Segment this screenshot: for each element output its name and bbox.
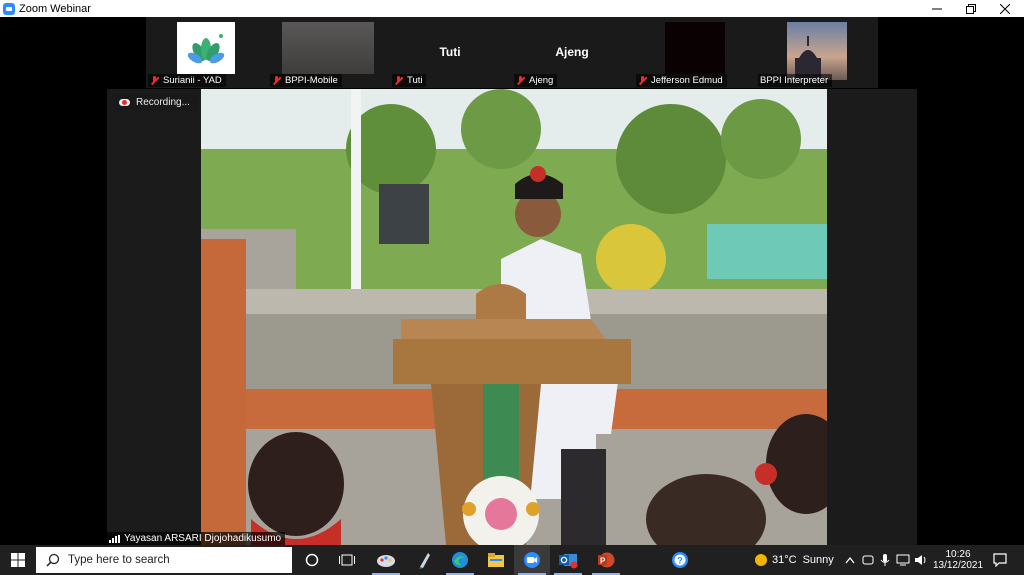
tray-microphone[interactable] — [878, 545, 892, 575]
microphone-icon — [880, 554, 890, 566]
muted-mic-icon — [638, 76, 647, 85]
leaf-logo-icon — [187, 34, 225, 64]
participant-tile[interactable]: BPPI Interpreter — [756, 17, 876, 88]
participant-name: Jefferson Edmud — [636, 74, 727, 87]
weather-text[interactable]: 31°C Sunny — [772, 545, 840, 575]
video-feed — [665, 22, 725, 74]
tray-meet-now[interactable] — [860, 545, 876, 575]
participant-tile[interactable]: Ajeng Ajeng — [512, 17, 632, 88]
folder-icon — [488, 553, 504, 567]
building-dome-icon — [795, 36, 821, 80]
participant-display-name: Tuti — [439, 45, 461, 59]
cortana-icon — [305, 553, 319, 567]
speaker-name: Yayasan ARSARI Djojohadikusumo — [124, 533, 282, 544]
taskbar-app-edge[interactable] — [442, 545, 478, 575]
muted-mic-icon — [516, 76, 525, 85]
show-hidden-icons-button[interactable] — [842, 545, 858, 575]
active-speaker-video[interactable]: Recording... Yayasan ARSARI Djojohadikus… — [107, 89, 917, 545]
taskbar-app-outlook[interactable] — [550, 545, 586, 575]
svg-text:P: P — [600, 557, 606, 566]
weather-condition: Sunny — [802, 554, 834, 566]
task-view-button[interactable] — [330, 545, 364, 575]
svg-text:?: ? — [677, 556, 683, 566]
zoom-logo-icon — [3, 2, 15, 15]
notification-center-button[interactable] — [988, 545, 1012, 575]
participant-tile[interactable]: Jefferson Edmud — [634, 17, 754, 88]
recording-label: Recording... — [136, 97, 190, 108]
speaker-volume-icon — [915, 555, 926, 565]
powerpoint-icon: P — [598, 552, 615, 568]
participant-name: BPPI-Mobile — [270, 74, 342, 87]
video-feed — [282, 22, 374, 74]
outlook-icon — [559, 554, 578, 569]
taskbar-app-powerpoint[interactable]: P — [588, 545, 624, 575]
organization-logo — [177, 22, 235, 74]
speaker-video-feed — [201, 89, 827, 545]
speaker-scene — [201, 89, 827, 545]
tray-network[interactable] — [894, 545, 912, 575]
participant-name: Ajeng — [514, 74, 558, 87]
taskbar-app-paint[interactable] — [368, 545, 404, 575]
restore-icon — [966, 3, 976, 14]
participant-tile[interactable]: BPPI-Mobile — [268, 17, 388, 88]
close-icon — [1000, 3, 1010, 14]
start-button[interactable] — [0, 545, 36, 575]
search-icon — [46, 553, 60, 567]
taskbar-app-file-explorer[interactable] — [478, 545, 514, 575]
clock-time: 10:26 — [945, 549, 971, 560]
muted-mic-icon — [394, 76, 403, 85]
taskbar-app-pen[interactable] — [406, 545, 442, 575]
taskbar: Type here to search P ? 31°C Sunny 10:26… — [0, 545, 1024, 575]
signal-strength-icon — [109, 534, 120, 543]
windows-icon — [11, 553, 25, 567]
participant-gallery: Surianii - YAD BPPI-Mobile Tuti Tuti Aje… — [146, 17, 878, 88]
participant-tile[interactable]: Tuti Tuti — [390, 17, 510, 88]
speaker-name-label: Yayasan ARSARI Djojohadikusumo — [107, 532, 286, 545]
taskbar-app-help[interactable]: ? — [662, 545, 698, 575]
participant-name: Surianii - YAD — [148, 74, 226, 87]
participant-name: Tuti — [392, 74, 427, 87]
edge-icon — [452, 552, 468, 568]
taskbar-search-box[interactable]: Type here to search — [36, 547, 292, 573]
muted-mic-icon — [272, 76, 281, 85]
muted-mic-icon — [150, 76, 159, 85]
title-bar: Zoom Webinar — [0, 0, 1024, 17]
participant-name: BPPI Interpreter — [758, 74, 833, 87]
participant-tile[interactable]: Surianii - YAD — [146, 17, 266, 88]
notification-icon — [993, 553, 1007, 567]
participant-display-name: Ajeng — [555, 45, 589, 59]
network-icon — [896, 554, 910, 566]
minimize-button[interactable] — [920, 0, 954, 17]
camera-icon — [862, 555, 874, 565]
task-view-icon — [339, 554, 355, 566]
chevron-up-icon — [845, 556, 855, 564]
cortana-button[interactable] — [296, 545, 328, 575]
recording-indicator[interactable]: Recording... — [113, 94, 198, 111]
taskbar-clock[interactable]: 10:26 13/12/2021 — [932, 545, 984, 575]
weather-temp: 31°C — [772, 554, 797, 566]
pen-icon — [419, 553, 430, 569]
help-icon: ? — [672, 552, 688, 568]
minimize-icon — [932, 8, 942, 9]
video-feed — [787, 22, 847, 80]
close-button[interactable] — [988, 0, 1022, 17]
tray-volume[interactable] — [912, 545, 930, 575]
restore-button[interactable] — [954, 0, 988, 17]
cloud-recording-icon — [119, 99, 130, 106]
clock-date: 13/12/2021 — [932, 560, 984, 571]
paint-icon — [377, 555, 395, 567]
weather-widget[interactable] — [752, 545, 770, 575]
search-placeholder: Type here to search — [68, 554, 170, 566]
taskbar-app-zoom[interactable] — [514, 545, 550, 575]
window-title: Zoom Webinar — [19, 2, 91, 15]
zoom-icon — [524, 552, 540, 568]
sun-icon — [755, 554, 767, 566]
